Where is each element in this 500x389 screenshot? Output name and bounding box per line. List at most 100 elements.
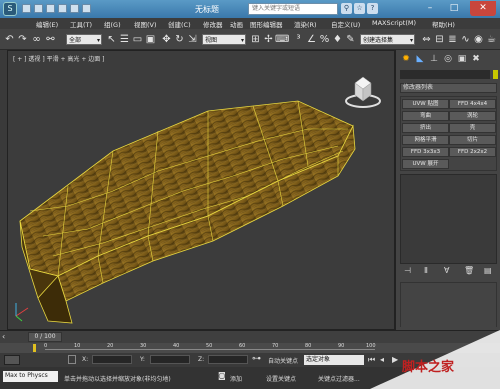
wood-plank-model[interactable] — [8, 51, 395, 330]
turbo-button[interactable]: 涡轮 — [449, 111, 496, 121]
new-file-icon[interactable] — [22, 4, 31, 13]
bend-button[interactable]: 弯曲 — [402, 111, 449, 121]
rotate-icon[interactable]: ↻ — [173, 33, 186, 46]
object-name-field[interactable] — [400, 70, 490, 79]
region-select-icon[interactable]: ▭ — [131, 33, 144, 46]
search-icon[interactable]: ⚲ — [341, 3, 352, 14]
unwrap-uvw-button[interactable]: UVW 展开 — [402, 159, 449, 169]
project-folder-icon[interactable] — [82, 4, 91, 13]
extrude-button[interactable]: 挤出 — [402, 123, 449, 133]
help-icon[interactable]: ? — [367, 3, 378, 14]
uvw-map-button[interactable]: UVW 贴图 — [402, 99, 449, 109]
menu-group[interactable]: 组(G) — [104, 19, 121, 29]
menu-views[interactable]: 视图(V) — [134, 19, 157, 29]
hierarchy-tab-icon[interactable]: ⊥ — [428, 53, 440, 65]
search-input[interactable]: 键入关键字或短语 — [248, 3, 338, 15]
menu-graph-editors[interactable]: 图形编辑器 — [250, 19, 283, 29]
named-selection-set-select[interactable]: 创建选择集 — [360, 34, 415, 46]
open-file-icon[interactable] — [34, 4, 43, 13]
shell-button[interactable]: 壳 — [449, 123, 496, 133]
create-tab-icon[interactable]: ✹ — [400, 53, 412, 65]
menu-help[interactable]: 帮助(H) — [432, 19, 455, 29]
unlink-icon[interactable]: ⚯ — [44, 33, 57, 46]
percent-snap-icon[interactable]: % — [318, 33, 331, 46]
menu-modifiers[interactable]: 修改器 — [203, 19, 223, 29]
move-icon[interactable]: ✥ — [160, 33, 173, 46]
menu-edit[interactable]: 编辑(E) — [36, 19, 58, 29]
layer-manager-icon[interactable]: ≣ — [446, 33, 459, 46]
object-color-swatch[interactable] — [493, 70, 498, 79]
undo-toolbar-icon[interactable]: ↶ — [3, 33, 16, 46]
menu-customize[interactable]: 自定义(U) — [331, 19, 360, 29]
select-by-name-icon[interactable]: ☰ — [118, 33, 131, 46]
modify-tab-icon[interactable]: ◣ — [414, 53, 426, 65]
tick-label-80: 80 — [305, 343, 312, 349]
menu-rendering[interactable]: 渲染(R) — [294, 19, 317, 29]
menu-maxscript[interactable]: MAXScript(M) — [372, 19, 416, 27]
z-coordinate-field[interactable] — [208, 355, 248, 364]
star-icon[interactable]: ☆ — [354, 3, 365, 14]
close-button[interactable]: ✕ — [470, 1, 496, 16]
slice-button[interactable]: 切片 — [449, 135, 496, 145]
menu-tools[interactable]: 工具(T) — [70, 19, 92, 29]
pivot-center-icon[interactable]: ⊞ — [249, 33, 262, 46]
meshsmooth-button[interactable]: 网格平滑 — [402, 135, 449, 145]
x-coordinate-field[interactable] — [92, 355, 132, 364]
menu-create[interactable]: 创建(C) — [168, 19, 191, 29]
remove-modifier-icon[interactable]: 🗑 — [464, 266, 474, 275]
ffd-2x2x2-button[interactable]: FFD 2x2x2 — [449, 147, 496, 157]
configure-sets-icon[interactable]: ▤ — [484, 266, 492, 275]
key-icon[interactable]: ⊶ — [252, 354, 261, 364]
align-icon[interactable]: ⊟ — [433, 33, 446, 46]
modifier-stack-list[interactable] — [400, 174, 497, 264]
pin-stack-icon[interactable]: ⊣ — [404, 266, 411, 275]
selection-lock-icon[interactable] — [68, 355, 76, 364]
time-slider-thumb[interactable]: 0 / 100 — [28, 332, 62, 342]
maximize-button[interactable]: □ — [444, 1, 464, 16]
redo-icon[interactable] — [70, 4, 79, 13]
material-editor-icon[interactable]: ◉ — [472, 33, 485, 46]
undo-icon[interactable] — [58, 4, 67, 13]
app-logo-icon[interactable]: S — [3, 2, 17, 16]
select-object-icon[interactable]: ↖ — [105, 33, 118, 46]
render-icon[interactable]: ☕ — [485, 33, 498, 46]
ffd-3x3x3-button[interactable]: FFD 3x3x3 — [402, 147, 449, 157]
redo-toolbar-icon[interactable]: ↷ — [16, 33, 29, 46]
keyboard-shortcut-icon[interactable]: ⌨ — [275, 33, 289, 46]
angle-snap-icon[interactable]: ∠ — [305, 33, 318, 46]
maxscript-listener-icon[interactable] — [4, 355, 20, 365]
add-time-tag-icon[interactable]: ◙ — [218, 371, 226, 380]
display-tab-icon[interactable]: ▣ — [456, 53, 468, 65]
select-manipulate-icon[interactable]: ✢ — [262, 33, 275, 46]
scale-icon[interactable]: ⇲ — [186, 33, 199, 46]
add-time-tag-label[interactable]: 添加 — [230, 374, 242, 383]
tick-label-50: 50 — [206, 343, 213, 349]
viewcube[interactable] — [343, 71, 383, 111]
reference-coord-select[interactable]: 视图 — [202, 34, 246, 46]
make-unique-icon[interactable]: ∀ — [444, 266, 449, 275]
curve-editor-icon[interactable]: ∿ — [459, 33, 472, 46]
key-mode-select[interactable]: 选定对象 — [304, 355, 364, 365]
maxscript-mini-listener[interactable]: Max to Physcs — [3, 371, 58, 382]
ffd-4x4x4-button[interactable]: FFD 4x4x4 — [449, 99, 496, 109]
window-crossing-icon[interactable]: ▣ — [144, 33, 157, 46]
modifier-list-select[interactable]: 修改器列表 — [400, 83, 497, 93]
y-coordinate-field[interactable] — [150, 355, 190, 364]
spinner-snap-icon[interactable]: ♦ — [331, 33, 344, 46]
utilities-tab-icon[interactable]: ✖ — [470, 53, 482, 65]
save-file-icon[interactable] — [46, 4, 55, 13]
mirror-icon[interactable]: ⇔ — [420, 33, 433, 46]
snap-toggle-icon[interactable]: ³ — [292, 33, 305, 46]
time-prev-icon[interactable]: ‹ — [2, 332, 5, 341]
motion-tab-icon[interactable]: ◎ — [442, 53, 454, 65]
selection-filter-select[interactable]: 全部 — [66, 34, 102, 46]
menu-animation[interactable]: 动画 — [230, 19, 243, 29]
set-key-button[interactable]: 设置关键点 — [266, 374, 296, 383]
key-filters-button[interactable]: 关键点过滤器... — [318, 374, 360, 383]
show-end-result-icon[interactable]: Ⅱ — [424, 266, 428, 275]
minimize-button[interactable]: – — [420, 1, 440, 16]
auto-key-button[interactable]: 自动关键点 — [268, 356, 298, 365]
edit-named-sets-icon[interactable]: ✎ — [344, 33, 357, 46]
link-icon[interactable]: ∞ — [30, 33, 43, 46]
perspective-viewport[interactable]: [ + ] 透视 ] 平滑 + 高光 + 边面 ] — [7, 50, 395, 330]
